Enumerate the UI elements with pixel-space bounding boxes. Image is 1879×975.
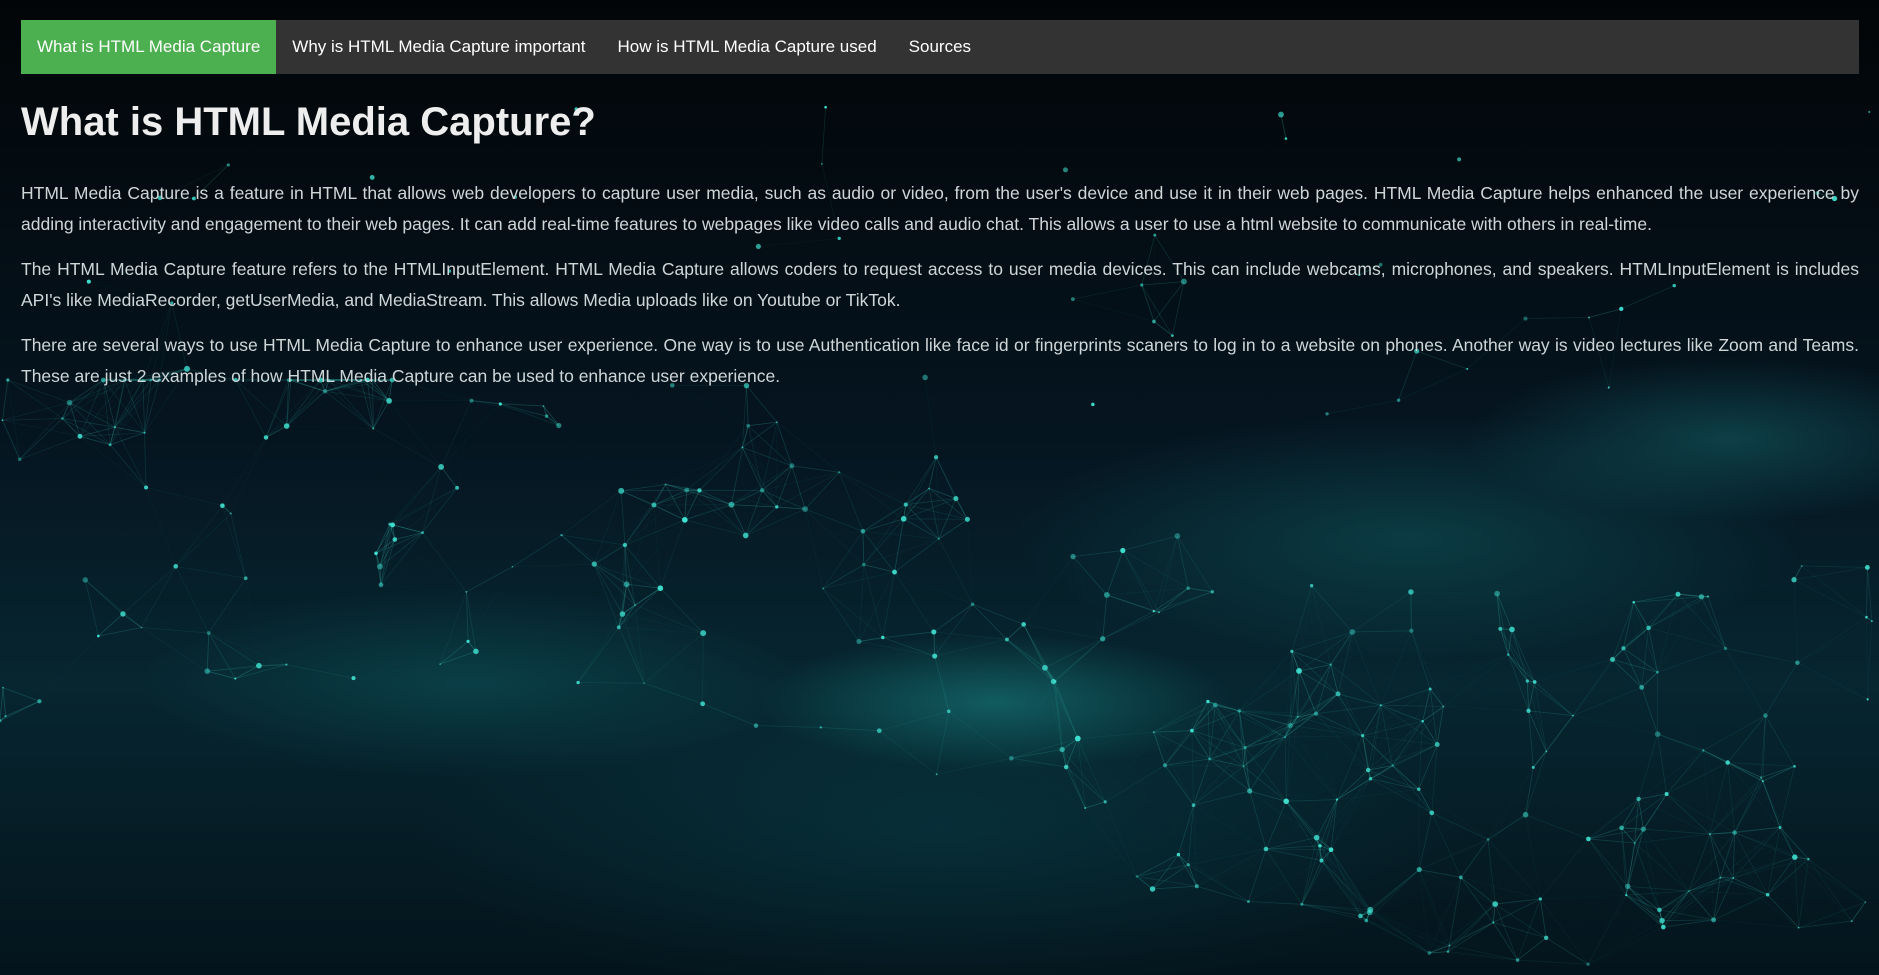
nav-link-how-used[interactable]: How is HTML Media Capture used [601,20,892,74]
nav-link-sources[interactable]: Sources [893,20,987,74]
page-title: What is HTML Media Capture? [21,100,596,144]
paragraph-intro: HTML Media Capture is a feature in HTML … [21,183,1859,234]
paragraph-use-cases: There are several ways to use HTML Media… [21,335,1859,386]
paragraph-input-element: The HTML Media Capture feature refers to… [21,259,1859,310]
top-navbar: What is HTML Media Capture Why is HTML M… [21,20,1859,74]
nav-link-why-important[interactable]: Why is HTML Media Capture important [276,20,601,74]
main-content: What is HTML Media Capture? HTML Media C… [21,96,1859,406]
nav-link-what-is[interactable]: What is HTML Media Capture [21,20,277,74]
